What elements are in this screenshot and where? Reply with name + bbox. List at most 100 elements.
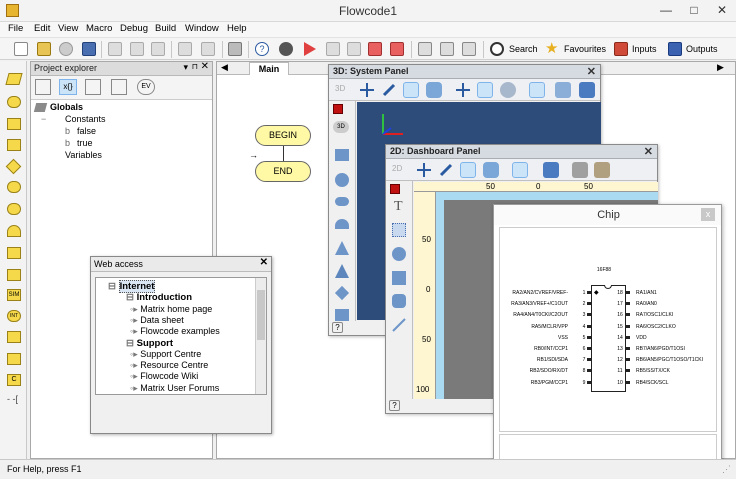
outputs-icon[interactable] xyxy=(668,42,682,56)
pin-icon[interactable]: ▾ xyxy=(183,62,188,73)
redo-icon[interactable] xyxy=(201,42,215,56)
goto-icon[interactable] xyxy=(7,203,21,215)
tree-expander-icon[interactable]: − xyxy=(41,114,46,124)
menu-file[interactable]: File xyxy=(8,23,23,34)
close-button[interactable]: ✕ xyxy=(708,0,736,20)
help-icon[interactable]: ? xyxy=(389,400,400,411)
calculation-icon[interactable] xyxy=(7,331,21,343)
pyramid-icon[interactable] xyxy=(335,264,349,278)
dock-icon[interactable]: ⊓ xyxy=(192,62,198,71)
rounded-rect-tool-icon[interactable] xyxy=(392,294,406,308)
stop-icon[interactable] xyxy=(347,42,361,56)
text-tool-icon[interactable]: T xyxy=(394,199,403,215)
select-icon[interactable] xyxy=(460,162,476,178)
web-list-scrollbar[interactable] xyxy=(255,278,266,394)
comment-icon[interactable]: - -[ xyxy=(7,394,18,404)
close-icon[interactable]: ✕ xyxy=(587,65,596,78)
chip-compile-icon[interactable] xyxy=(440,42,454,56)
web-link-item[interactable]: ⊟ Internet xyxy=(108,280,156,293)
menu-macro[interactable]: Macro xyxy=(86,23,112,34)
close-icon[interactable]: ✕ xyxy=(644,145,653,158)
web-link-item[interactable]: ◦▸ Flowcode examples xyxy=(130,326,220,337)
move-icon[interactable] xyxy=(416,162,432,178)
menu-window[interactable]: Window xyxy=(185,23,219,34)
search-icon[interactable] xyxy=(490,42,504,56)
inputs-icon[interactable] xyxy=(614,42,628,56)
copy-icon[interactable] xyxy=(130,42,144,56)
cube-icon[interactable] xyxy=(335,149,349,161)
colour-swatch-icon[interactable] xyxy=(390,184,400,194)
variables-node[interactable]: Variables xyxy=(65,150,102,160)
wrench-icon[interactable] xyxy=(572,162,588,178)
print-icon[interactable] xyxy=(228,42,242,56)
colour-swatch-icon[interactable] xyxy=(333,104,343,114)
frame-icon[interactable] xyxy=(529,82,545,98)
web-link-item[interactable]: ◦▸ Data sheet xyxy=(130,315,184,326)
orbit-icon[interactable] xyxy=(500,82,516,98)
cube-view-icon[interactable] xyxy=(543,162,559,178)
output-icon[interactable] xyxy=(7,96,21,108)
cut-icon[interactable] xyxy=(108,42,122,56)
web-link-item[interactable]: ◦▸ Matrix home page xyxy=(130,304,212,315)
constant-false[interactable]: false xyxy=(77,126,96,136)
globals-tab-icon[interactable] xyxy=(35,79,51,95)
close-icon[interactable]: ✕ xyxy=(201,61,209,72)
connection-point-icon[interactable] xyxy=(7,181,21,193)
help-icon[interactable]: ? xyxy=(255,42,269,56)
zoom-fit-icon[interactable] xyxy=(555,82,571,98)
minimize-button[interactable]: — xyxy=(652,0,680,20)
move-icon[interactable] xyxy=(359,82,375,98)
step-into-icon[interactable] xyxy=(368,42,382,56)
variables-tab-icon[interactable]: x{} xyxy=(59,79,77,95)
tabs-right-arrow-icon[interactable]: ▶ xyxy=(717,62,724,73)
component-macro-icon[interactable] xyxy=(7,269,21,281)
web-link-item[interactable]: ⊟ Introduction xyxy=(126,292,192,303)
constants-node[interactable]: Constants xyxy=(65,114,106,124)
align-icon[interactable] xyxy=(512,162,528,178)
decision-icon[interactable] xyxy=(7,139,21,151)
new-file-icon[interactable] xyxy=(14,42,28,56)
camera-icon[interactable] xyxy=(477,82,493,98)
search-label[interactable]: Search xyxy=(509,44,538,54)
open-folder-icon[interactable] xyxy=(37,42,51,56)
close-button[interactable]: x xyxy=(701,208,715,221)
step-over-icon[interactable] xyxy=(390,42,404,56)
resize-grip-icon[interactable]: ⋰ xyxy=(722,464,731,475)
components-tab-icon[interactable] xyxy=(111,79,127,95)
help-icon[interactable]: ? xyxy=(332,322,343,333)
image-tool-icon[interactable] xyxy=(392,223,406,237)
disc-icon[interactable] xyxy=(335,197,349,206)
web-link-item[interactable]: ◦▸ Resource Centre xyxy=(130,360,208,371)
switch-icon[interactable] xyxy=(5,158,22,175)
upload-icon[interactable] xyxy=(462,42,476,56)
menu-build[interactable]: Build xyxy=(155,23,176,34)
refresh-icon[interactable] xyxy=(59,42,73,56)
code-icon[interactable] xyxy=(7,353,21,365)
inputs-label[interactable]: Inputs xyxy=(632,44,657,54)
maximize-button[interactable]: □ xyxy=(680,0,708,20)
tabs-left-arrow-icon[interactable]: ◀ xyxy=(221,62,228,73)
view-icon[interactable] xyxy=(426,82,442,98)
constant-true[interactable]: true xyxy=(77,138,93,148)
3d-shape-icon[interactable]: 3D xyxy=(333,121,349,133)
pencil-icon[interactable] xyxy=(438,162,454,178)
pan-icon[interactable] xyxy=(455,82,471,98)
macro-call-icon[interactable] xyxy=(7,247,21,259)
tab-main[interactable]: Main xyxy=(249,62,289,75)
debug-bug-icon[interactable] xyxy=(279,42,293,56)
cone-icon[interactable] xyxy=(335,241,349,255)
save-icon[interactable] xyxy=(82,42,96,56)
favourites-label[interactable]: Favourites xyxy=(564,44,606,54)
web-link-item[interactable]: ◦▸ Flowcode Wiki xyxy=(130,371,198,382)
select-icon[interactable] xyxy=(403,82,419,98)
undo-icon[interactable] xyxy=(178,42,192,56)
rectangle-tool-icon[interactable] xyxy=(392,271,406,285)
scrollbar-thumb[interactable] xyxy=(257,290,265,340)
c-code-icon[interactable]: C xyxy=(7,374,21,386)
macros-tab-icon[interactable] xyxy=(85,79,101,95)
menu-debug[interactable]: Debug xyxy=(120,23,148,34)
outputs-label[interactable]: Outputs xyxy=(686,44,718,54)
web-link-item[interactable]: ◦▸ Support Centre xyxy=(130,349,201,360)
paste-icon[interactable] xyxy=(151,42,165,56)
flow-begin[interactable]: BEGIN xyxy=(255,125,311,146)
